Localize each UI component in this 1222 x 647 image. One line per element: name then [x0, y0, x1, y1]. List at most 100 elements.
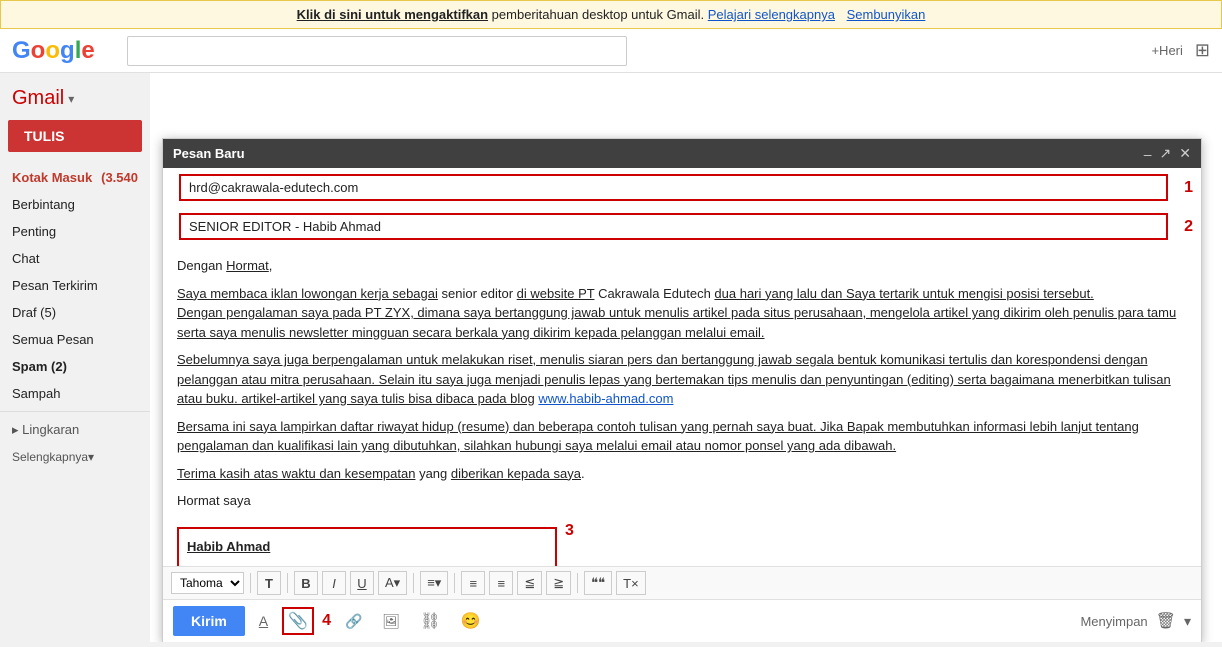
header-search [127, 36, 627, 66]
starred-label: Berbintang [12, 197, 75, 212]
gmail-text: Gmail [12, 87, 64, 110]
font-family-select[interactable]: Tahoma [171, 572, 244, 594]
body-para-2: Sebelumnya saya juga berpengalaman untuk… [177, 350, 1187, 409]
inbox-count: (3.540 [101, 170, 138, 185]
send-button[interactable]: Kirim [173, 606, 245, 636]
attach-file-button[interactable]: 📎 [282, 607, 314, 635]
more-options-button[interactable]: ▾ [1184, 613, 1191, 630]
notification-learn-more[interactable]: Pelajari selengkapnya [708, 7, 835, 22]
circles-label: ▸ Lingkaran [12, 422, 79, 438]
sidebar-item-all-mail[interactable]: Semua Pesan [0, 326, 150, 353]
unordered-list-button[interactable]: ≡ [489, 571, 513, 595]
label-2: 2 [1184, 218, 1193, 236]
notification-bar: Klik di sini untuk mengaktifkan pemberit… [0, 0, 1222, 29]
notification-hide[interactable]: Sembunyikan [847, 7, 926, 22]
spam-label: Spam (2) [12, 359, 67, 374]
main-layout: Gmail ▾ TULIS Kotak Masuk (3.540 Berbint… [0, 73, 1222, 642]
google-logo: Google [12, 37, 95, 65]
toolbar-separator-2 [287, 573, 288, 593]
text-color-button[interactable]: A▾ [378, 571, 407, 595]
sidebar-item-drafts[interactable]: Draf (5) [0, 299, 150, 326]
actions-right: Menyimpan 🗑 ▾ [1080, 611, 1191, 631]
quote-button[interactable]: ❝❝ [584, 571, 612, 595]
compose-actions: Kirim A 📎 4 🔗 🖼 ⛓ 😊 Menyimpan 🗑 ▾ [163, 599, 1201, 642]
body-salutation: Dengan Hormat, [177, 256, 1187, 276]
trash-label: Sampah [12, 386, 60, 401]
sidebar-item-inbox[interactable]: Kotak Masuk (3.540 [0, 164, 150, 191]
toolbar-separator-4 [454, 573, 455, 593]
close-icon[interactable]: ✕ [1179, 145, 1191, 162]
important-label: Penting [12, 224, 56, 239]
content-area: Pesan Baru – ↗ ✕ 1 2 [150, 73, 1222, 642]
insert-link-button[interactable]: 🔗 [339, 609, 368, 634]
bold-button[interactable]: B [294, 571, 318, 595]
clear-format-button[interactable]: T× [616, 571, 646, 595]
sidebar-item-circles[interactable]: ▸ Lingkaran [0, 416, 150, 444]
compose-modal: Pesan Baru – ↗ ✕ 1 2 [162, 138, 1202, 642]
header: Google +Heri ⊞ [0, 29, 1222, 73]
sidebar-item-chat[interactable]: Chat [0, 245, 150, 272]
expand-icon[interactable]: ↗ [1160, 145, 1172, 162]
to-input[interactable] [189, 180, 1158, 195]
toolbar-separator-1 [250, 573, 251, 593]
italic-button[interactable]: I [322, 571, 346, 595]
sidebar-item-starred[interactable]: Berbintang [0, 191, 150, 218]
signature-spacer [187, 560, 547, 566]
insert-photo-button[interactable]: 🖼 [376, 609, 406, 634]
sidebar-item-important[interactable]: Penting [0, 218, 150, 245]
blog-link[interactable]: www.habib-ahmad.com [538, 391, 673, 406]
compose-header-controls: – ↗ ✕ [1144, 145, 1191, 162]
text-color-action-button[interactable]: A [253, 609, 274, 633]
compose-body-area[interactable]: Dengan Hormat, Saya membaca iklan lowong… [163, 246, 1201, 566]
signature-name: Habib Ahmad [187, 537, 547, 557]
sidebar-item-more[interactable]: Selengkapnya▾ [0, 444, 150, 470]
header-right: +Heri ⊞ [1151, 40, 1210, 61]
body-para-3: Bersama ini saya lampirkan daftar riwaya… [177, 417, 1187, 456]
inbox-label: Kotak Masuk [12, 170, 92, 185]
body-regards: Hormat saya [177, 491, 1187, 511]
sidebar-divider [0, 411, 150, 412]
link-button[interactable]: ⛓ [414, 607, 446, 635]
header-plus-heri: +Heri [1151, 43, 1182, 58]
compose-toolbar: Tahoma T B I U A▾ ≡▾ ≡ ≡ ≦ ≧ ❝❝ T× [163, 566, 1201, 599]
drafts-label: Draf (5) [12, 305, 56, 320]
compose-button[interactable]: TULIS [8, 120, 142, 152]
align-button[interactable]: ≡▾ [420, 571, 448, 595]
toolbar-separator-3 [413, 573, 414, 593]
search-input[interactable] [127, 36, 627, 66]
chat-label: Chat [12, 251, 39, 266]
sidebar-item-spam[interactable]: Spam (2) [0, 353, 150, 380]
sidebar-item-trash[interactable]: Sampah [0, 380, 150, 407]
all-mail-label: Semua Pesan [12, 332, 94, 347]
saving-text: Menyimpan [1080, 614, 1147, 629]
compose-modal-header: Pesan Baru – ↗ ✕ [163, 139, 1201, 168]
font-size-button[interactable]: T [257, 571, 281, 595]
emoji-button[interactable]: 😊 [455, 607, 487, 635]
ordered-list-button[interactable]: ≡ [461, 571, 485, 595]
label-4: 4 [322, 612, 331, 630]
notification-cta[interactable]: Klik di sini untuk mengaktifkan [297, 7, 488, 22]
signature-box: Habib Ahmad Jl. Cempaka Putih Kav 5 No 7… [177, 527, 557, 567]
apps-grid-icon[interactable]: ⊞ [1195, 40, 1210, 61]
body-para-1: Saya membaca iklan lowongan kerja sebaga… [177, 284, 1187, 343]
label-3: 3 [565, 519, 574, 543]
minimize-icon[interactable]: – [1144, 146, 1152, 162]
more-label: Selengkapnya▾ [12, 450, 94, 464]
subject-input[interactable] [189, 219, 1158, 234]
compose-modal-title: Pesan Baru [173, 146, 245, 161]
underline-button[interactable]: U [350, 571, 374, 595]
sidebar-item-sent[interactable]: Pesan Terkirim [0, 272, 150, 299]
delete-draft-button[interactable]: 🗑 [1156, 611, 1176, 631]
sent-label: Pesan Terkirim [12, 278, 98, 293]
notification-text: pemberitahuan desktop untuk Gmail. [492, 7, 704, 22]
indent-decrease-button[interactable]: ≦ [517, 571, 542, 595]
indent-increase-button[interactable]: ≧ [546, 571, 571, 595]
label-1: 1 [1184, 179, 1193, 197]
gmail-app-label: Gmail ▾ [0, 81, 150, 116]
sidebar: Gmail ▾ TULIS Kotak Masuk (3.540 Berbint… [0, 73, 150, 642]
toolbar-separator-5 [577, 573, 578, 593]
gmail-caret-icon[interactable]: ▾ [68, 92, 74, 106]
body-closing: Terima kasih atas waktu dan kesempatan y… [177, 464, 1187, 484]
subject-field-container [179, 213, 1168, 240]
to-field-container [179, 174, 1168, 201]
